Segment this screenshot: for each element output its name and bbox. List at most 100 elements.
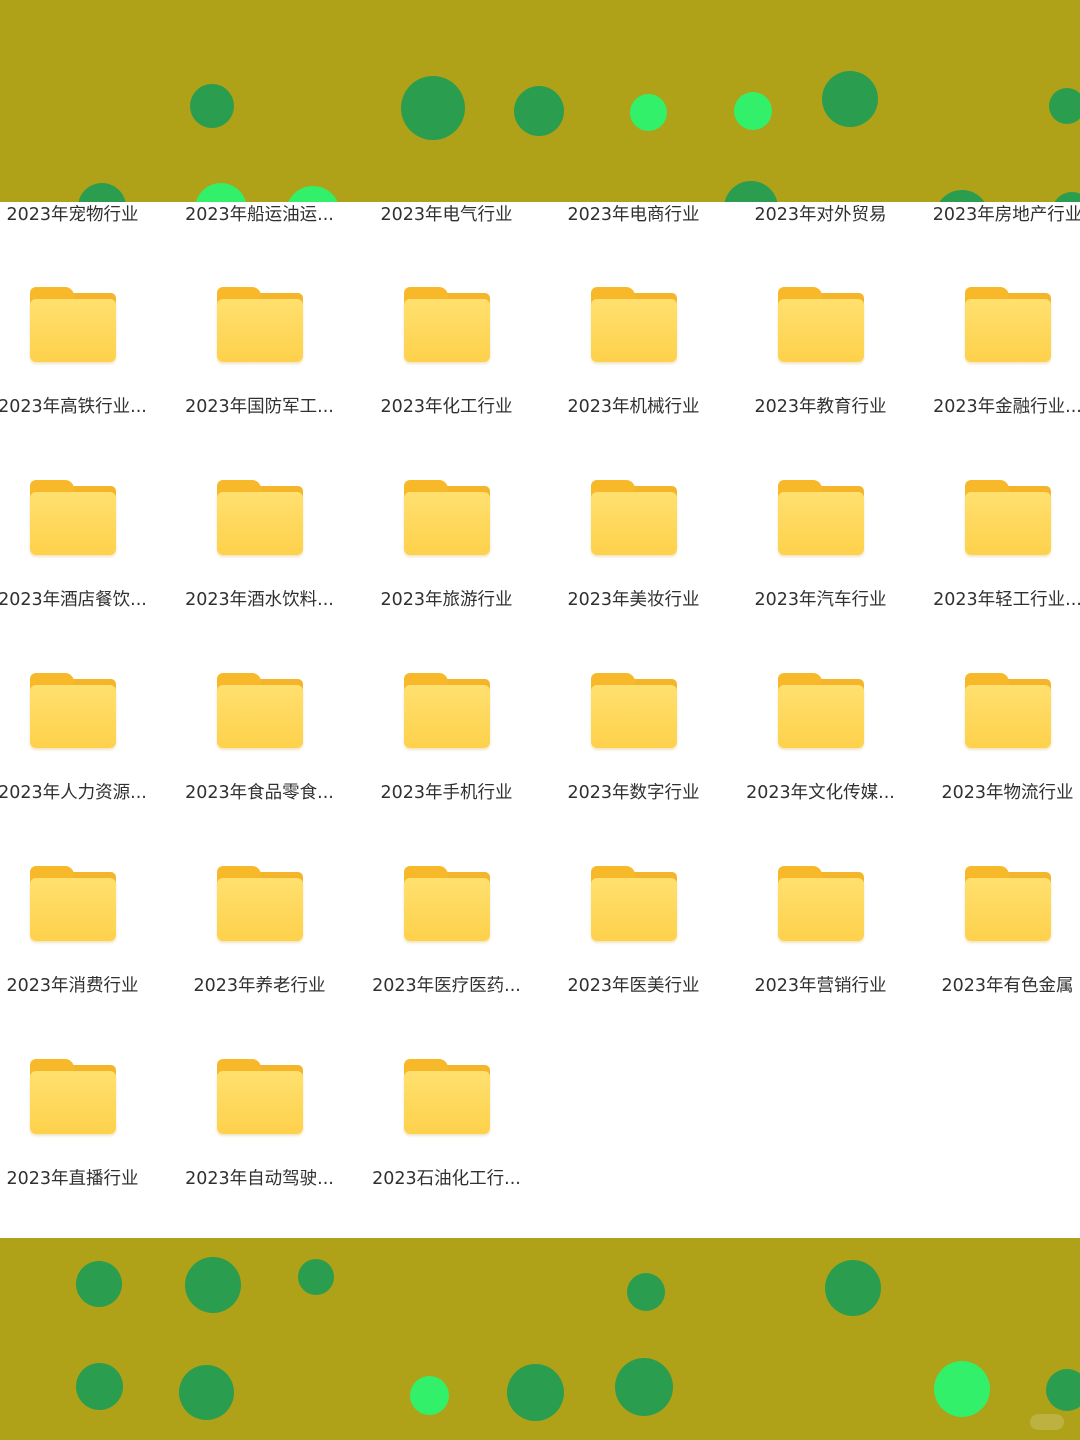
folder-icon (216, 287, 303, 363)
watermark-badge (1030, 1414, 1064, 1430)
folder-icon (590, 480, 677, 556)
folder-item[interactable]: 2023年数字行业 (540, 673, 727, 813)
folder-label: 2023年旅游行业 (380, 590, 513, 610)
decorative-dot (724, 181, 778, 202)
folder-item[interactable]: 2023年金融行业... (914, 287, 1080, 427)
folder-label[interactable]: 2023年船运油运... (166, 201, 353, 226)
folder-icon (403, 673, 490, 749)
folder-label: 2023年自动驾驶... (185, 1169, 334, 1189)
bottom-decorative-band (0, 1238, 1080, 1440)
folder-icon (964, 866, 1051, 942)
folder-label: 2023年酒店餐饮... (0, 590, 147, 610)
decorative-dot (185, 1257, 241, 1313)
folder-item[interactable]: 2023年有色金属 (914, 866, 1080, 1006)
folder-label: 2023年美妆行业 (567, 590, 700, 610)
folder-item[interactable]: 2023年汽车行业 (727, 480, 914, 620)
decorative-dot (825, 1260, 881, 1316)
folder-label: 2023石油化工行... (372, 1169, 521, 1189)
folder-item[interactable]: 2023年美妆行业 (540, 480, 727, 620)
folder-icon (590, 673, 677, 749)
folder-item[interactable]: 2023年手机行业 (353, 673, 540, 813)
decorative-dot (195, 183, 247, 202)
folder-item[interactable]: 2023年国防军工... (166, 287, 353, 427)
folder-item[interactable]: 2023年自动驾驶... (166, 1059, 353, 1199)
decorative-dot (410, 1376, 449, 1415)
folder-item[interactable]: 2023年高铁行业... (0, 287, 166, 427)
folder-item[interactable]: 2023年人力资源... (0, 673, 166, 813)
folder-icon (216, 673, 303, 749)
decorative-dot (627, 1273, 665, 1311)
folder-label: 2023年文化传媒... (746, 783, 895, 803)
folder-icon (29, 866, 116, 942)
folder-label: 2023年食品零食... (185, 783, 334, 803)
decorative-dot (1049, 88, 1080, 124)
decorative-dot (78, 183, 126, 202)
folder-icon (590, 287, 677, 363)
folder-label: 2023年汽车行业 (754, 590, 887, 610)
decorative-dot (507, 1364, 564, 1421)
folder-icon (403, 480, 490, 556)
folder-item[interactable]: 2023年文化传媒... (727, 673, 914, 813)
folder-icon (29, 1059, 116, 1135)
folder-item[interactable]: 2023年医疗医药... (353, 866, 540, 1006)
folder-icon (777, 480, 864, 556)
folder-label: 2023年高铁行业... (0, 397, 147, 417)
folder-item[interactable]: 2023年物流行业 (914, 673, 1080, 813)
folder-item[interactable]: 2023年直播行业 (0, 1059, 166, 1199)
folder-label: 2023年酒水饮料... (185, 590, 334, 610)
folder-label: 2023年化工行业 (380, 397, 513, 417)
folder-icon (403, 287, 490, 363)
folder-label[interactable]: 2023年宠物行业 (0, 201, 166, 226)
folder-icon (216, 1059, 303, 1135)
folder-label: 2023年轻工行业... (933, 590, 1080, 610)
folder-item[interactable]: 2023石油化工行... (353, 1059, 540, 1199)
folder-item[interactable]: 2023年酒店餐饮... (0, 480, 166, 620)
decorative-dot (734, 92, 772, 130)
decorative-dot (615, 1358, 673, 1416)
folder-label[interactable]: 2023年电气行业 (353, 201, 540, 226)
folder-grid: 2023年宠物行业 2023年船运油运... 2023年电气行业 2023年电商… (0, 0, 1080, 1440)
folder-icon (964, 673, 1051, 749)
folder-label: 2023年人力资源... (0, 783, 147, 803)
folder-label: 2023年数字行业 (567, 783, 700, 803)
folder-label[interactable]: 2023年房地产行业 (914, 201, 1080, 226)
decorative-dot (401, 76, 465, 140)
folder-item[interactable]: 2023年旅游行业 (353, 480, 540, 620)
folder-label[interactable]: 2023年电商行业 (540, 201, 727, 226)
folder-item[interactable]: 2023年消费行业 (0, 866, 166, 1006)
folder-label: 2023年有色金属 (941, 976, 1074, 996)
folder-item[interactable]: 2023年营销行业 (727, 866, 914, 1006)
folder-item[interactable]: 2023年医美行业 (540, 866, 727, 1006)
folder-item[interactable]: 2023年酒水饮料... (166, 480, 353, 620)
decorative-dot (935, 190, 989, 202)
folder-label: 2023年物流行业 (941, 783, 1074, 803)
folder-item[interactable]: 2023年轻工行业... (914, 480, 1080, 620)
folder-item[interactable]: 2023年机械行业 (540, 287, 727, 427)
folder-icon (29, 480, 116, 556)
folder-icon (29, 287, 116, 363)
decorative-dot (822, 71, 878, 127)
folder-label: 2023年医疗医药... (372, 976, 521, 996)
folder-icon (403, 866, 490, 942)
folder-icon (590, 866, 677, 942)
folder-item[interactable]: 2023年养老行业 (166, 866, 353, 1006)
decorative-dot (190, 84, 234, 128)
folder-label: 2023年教育行业 (754, 397, 887, 417)
decorative-dot (630, 94, 667, 131)
folder-icon (964, 287, 1051, 363)
decorative-dot (1046, 1369, 1080, 1411)
folder-label: 2023年消费行业 (6, 976, 139, 996)
decorative-dot (286, 186, 340, 202)
folder-item[interactable]: 2023年食品零食... (166, 673, 353, 813)
folder-label: 2023年直播行业 (6, 1169, 139, 1189)
decorative-dot (76, 1363, 123, 1410)
folder-item[interactable]: 2023年教育行业 (727, 287, 914, 427)
decorative-dot (76, 1261, 122, 1307)
folder-label: 2023年营销行业 (754, 976, 887, 996)
folder-item[interactable]: 2023年化工行业 (353, 287, 540, 427)
folder-label: 2023年机械行业 (567, 397, 700, 417)
folder-icon (216, 480, 303, 556)
decorative-dot (934, 1361, 990, 1417)
folder-icon (964, 480, 1051, 556)
folder-label[interactable]: 2023年对外贸易 (727, 201, 914, 226)
